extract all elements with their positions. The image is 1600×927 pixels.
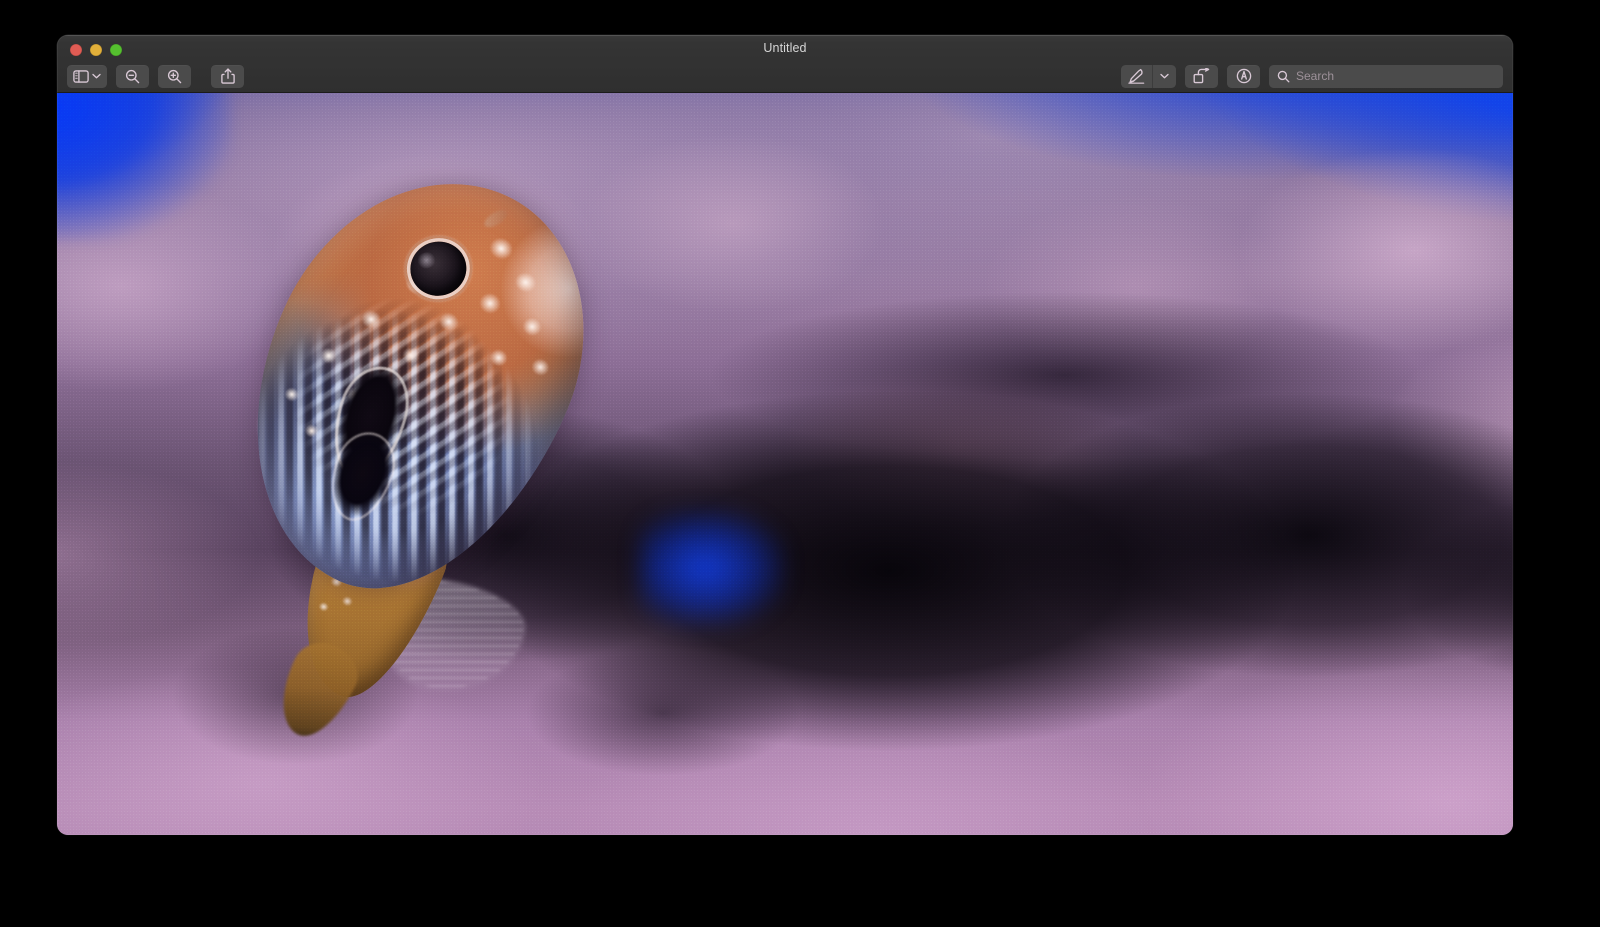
sidebar-view-menu[interactable] (67, 65, 107, 88)
markup-pen-icon (1128, 68, 1145, 84)
photo-grain (57, 93, 1513, 835)
share-button[interactable] (211, 65, 244, 88)
window-title: Untitled (57, 41, 1513, 55)
search-icon (1277, 70, 1290, 83)
search-input[interactable]: Search (1269, 65, 1503, 88)
window-titlebar: Untitled (57, 35, 1513, 93)
chevron-down-icon (1160, 73, 1169, 79)
rotate-left-icon (1193, 68, 1210, 84)
zoom-out-button[interactable] (116, 65, 149, 88)
document-image (57, 93, 1513, 835)
annotate-circle-icon (1236, 68, 1252, 84)
zoom-in-button[interactable] (158, 65, 191, 88)
rotate-button[interactable] (1185, 65, 1218, 88)
toolbar: Search (57, 59, 1513, 93)
zoom-button[interactable] (110, 44, 122, 56)
chevron-down-icon (92, 73, 101, 79)
markup-button-group (1121, 65, 1176, 88)
image-canvas[interactable] (57, 93, 1513, 835)
markup-button[interactable] (1121, 65, 1152, 88)
close-button[interactable] (70, 44, 82, 56)
toolbar-right-group: Search (1121, 65, 1503, 88)
screen: Untitled (0, 0, 1600, 927)
minimize-button[interactable] (90, 44, 102, 56)
sidebar-icon (73, 70, 89, 83)
share-icon (221, 68, 235, 84)
search-placeholder: Search (1296, 69, 1334, 83)
zoom-in-icon (167, 69, 182, 84)
annotate-button[interactable] (1227, 65, 1260, 88)
preview-window: Untitled (57, 35, 1513, 835)
toolbar-left-group (67, 65, 244, 88)
markup-options-chevron[interactable] (1152, 65, 1176, 88)
window-traffic-lights (70, 44, 122, 56)
zoom-out-icon (125, 69, 140, 84)
